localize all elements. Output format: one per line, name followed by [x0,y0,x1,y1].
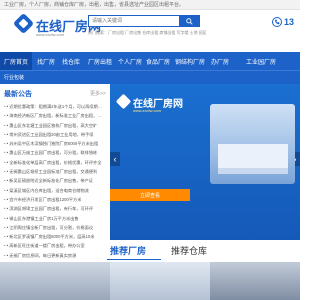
news-item[interactable]: • 全新标准化单层高厂房出租，价格优惠，环评齐全 [4,160,104,169]
news-title: 最新公告 [4,91,32,98]
nav-item-office-factory[interactable]: 办厂房 [211,57,229,66]
news-item[interactable]: • 滨湖区胡埭工业园厂房出租，有行车，可环评 [4,206,104,215]
banner-logo-icon [115,93,132,110]
banner-building-image [210,104,295,184]
nav-item-food-factory[interactable]: 食品厂房 [146,57,170,66]
phone-number: 13 [284,17,295,27]
news-item[interactable]: • 海南经济新区厂房出租，新标准工业厂房出租，价格优惠 [4,113,104,122]
hero-banner[interactable]: ‹ › 在线厂房网 www.zxcfw.com [110,84,300,240]
nav-item-find-factory[interactable]: 找厂房 [37,57,55,66]
banner-cta-button[interactable]: 立即查看 [110,189,190,201]
news-more-link[interactable]: 更多>> [90,90,106,97]
top-info-bar: 工业厂房，个人厂房，商铺仓库厂房，出租，出售，省县选址产业园区出租平台。 [0,0,300,10]
phone-icon [272,17,282,27]
nav-item-home[interactable]: 厂房首页 [0,52,33,70]
active-tab-underline [107,259,161,260]
nav-item-personal-factory[interactable]: 个人厂房 [118,57,142,66]
listing-photo[interactable] [210,262,300,300]
nav-item-find-warehouse[interactable]: 找仓库 [62,57,80,66]
nav-item-industrial-park[interactable]: 工业园厂房 [246,57,276,66]
news-item[interactable]: • 惠山区东北塘工业园区独栋厂房出租，高大空旷 [4,123,104,132]
search-button[interactable] [179,16,199,26]
news-item[interactable]: • 梁溪区城区内仓库出租，适合电商仓储物流 [4,188,104,197]
banner-domain: www.zxcfw.com [133,108,162,113]
tab-recommended-warehouses[interactable]: 推荐仓库 [171,244,207,257]
news-item[interactable]: • 常州武进区工业园出租20亩工业用地，带手续 [4,132,104,141]
top-info-text: 工业厂房，个人厂房，商铺仓库厂房，出租，出售，省县选址产业园区出租平台。 [4,2,185,8]
banner-prev-button[interactable]: ‹ [110,152,120,166]
phone-contact[interactable]: 13 [272,16,294,28]
news-item[interactable]: • 宜兴市经济开发区厂房出租1200平方米 [4,197,104,206]
search-icon [185,17,193,25]
search-box [88,15,200,27]
news-item[interactable]: • 无锡惠山区堰桥工业园标准厂房出租，交通便利 [4,169,104,178]
news-item[interactable]: • 新吴区硕放附近全新标准化厂房出售，带产证 [4,178,104,187]
listing-photo[interactable] [110,262,210,300]
logo-domain: www.zxcfw.com [36,32,65,37]
main-nav: 厂房首页 找厂房 找仓库 厂房出租 个人厂房 食品厂房 钢结构厂房 办厂房 工业… [0,52,300,70]
recommend-tabs: 推荐厂房 推荐仓库 [0,240,300,260]
news-item[interactable]: • 近期优惠政策：租期满2年送1个月，可以再续期优惠 [4,104,104,113]
news-item[interactable]: • 锡山区东港镇工业厂房1万平方米出售 [4,216,104,225]
banner-logo: 在线厂房网 www.zxcfw.com [115,93,183,116]
listing-photo[interactable] [0,262,110,300]
news-item[interactable]: • 江阴周庄镇全新厂房出租，可分割，价格面议 [4,225,104,234]
category-label[interactable]: 行业包装 [4,74,24,81]
hot-search-words[interactable]: 热门搜索：厂房出租 厂房出售 仓库出租 商铺出租 写字楼 土地 园区 [88,30,218,36]
site-logo[interactable]: 在线厂房网 www.zxcfw.com [12,12,101,40]
news-item[interactable]: • 惠山区万亩工业园厂房出租，可分租，联排独栋 [4,150,104,159]
tab-recommended-factories[interactable]: 推荐厂房 [110,244,146,257]
news-item[interactable]: • 苏州吴中区木渎镇独门独院厂房6000平方米出租 [4,141,104,150]
listing-photos [0,262,300,300]
nav-item-factory-rent[interactable]: 厂房出租 [88,57,112,66]
nav-item-steel-factory[interactable]: 钢结构厂房 [175,57,205,66]
category-bar: 行业包装 [0,70,300,84]
search-input[interactable] [89,16,179,26]
logo-icon [12,12,35,35]
